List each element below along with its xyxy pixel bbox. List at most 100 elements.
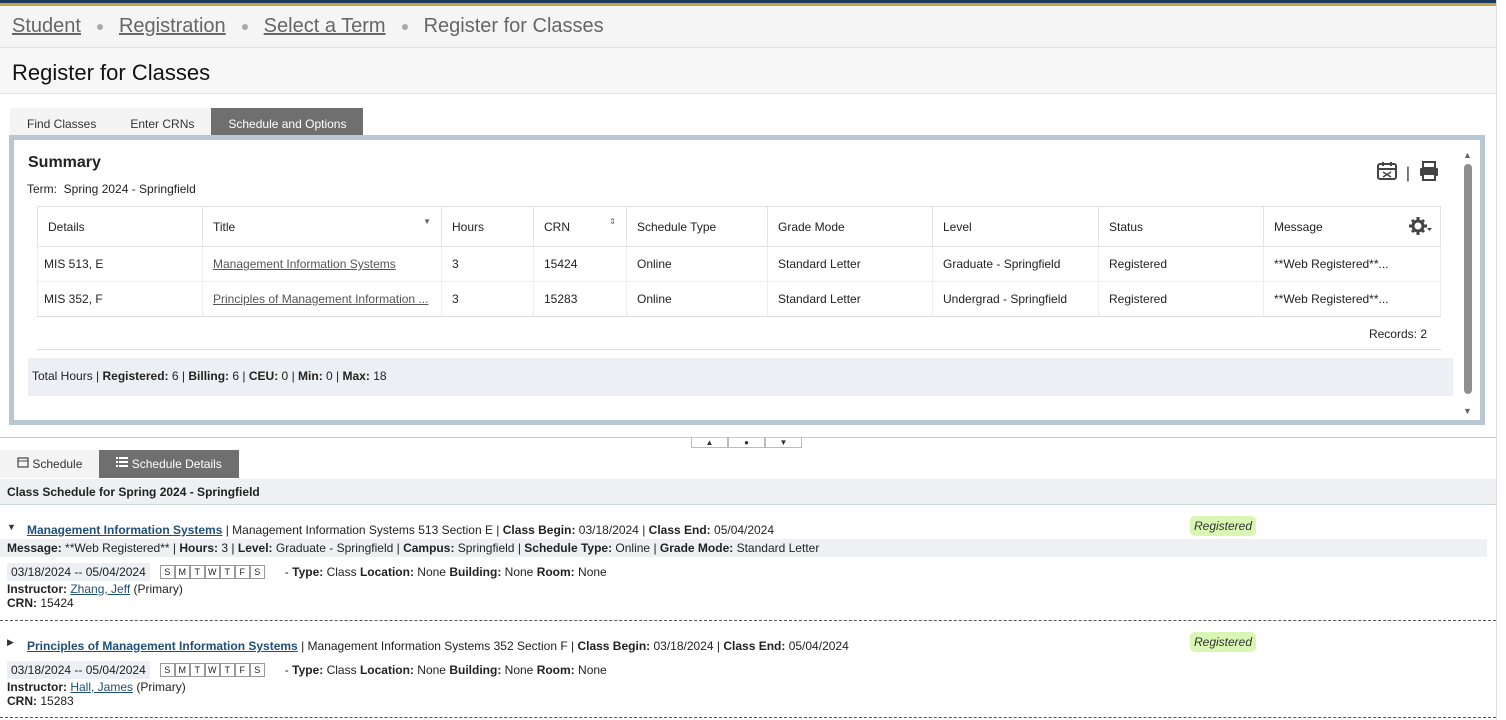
- cell-hours: 3: [441, 246, 534, 282]
- schedule-tabs: Schedule Schedule Details: [0, 450, 239, 478]
- instructor-line: Instructor: Hall, James (Primary): [7, 680, 186, 694]
- level-value: Graduate - Springfield: [275, 541, 394, 555]
- gear-icon[interactable]: [1408, 216, 1432, 239]
- date-range: 03/18/2024 -- 05/04/2024: [7, 563, 150, 581]
- building-value: None: [504, 663, 534, 677]
- scroll-up-arrow[interactable]: ▲: [1463, 150, 1472, 160]
- main-tabs: Find Classes Enter CRNs Schedule and Opt…: [10, 108, 364, 136]
- tab-schedule-options[interactable]: Schedule and Options: [211, 108, 364, 136]
- day-fri: F: [234, 663, 250, 677]
- instructor-role: (Primary): [136, 680, 186, 694]
- day-sun: S: [159, 663, 175, 677]
- table-row[interactable]: MIS 352, F Principles of Management Info…: [37, 281, 1441, 317]
- campus-label: Campus:: [403, 541, 455, 555]
- collapse-triangle-icon[interactable]: ▼: [7, 522, 16, 532]
- collapse-up-button[interactable]: ▲: [691, 437, 728, 448]
- collapse-down-button[interactable]: ▼: [765, 437, 802, 448]
- room-value: None: [578, 663, 607, 677]
- instructor-label: Instructor:: [7, 582, 67, 596]
- day-tue: T: [189, 565, 205, 579]
- meeting-days: S M T W T F S: [159, 565, 265, 579]
- summary-panel: Summary Term: Spring 2024 - Springfield …: [9, 135, 1485, 425]
- schedule-type-label: Schedule Type:: [524, 541, 613, 555]
- class-title-link[interactable]: Principles of Management Information Sys…: [27, 639, 298, 653]
- building-label: Building:: [449, 663, 502, 677]
- schedule-type-value: Online: [615, 541, 651, 555]
- col-level[interactable]: Level: [932, 206, 1099, 247]
- meeting-row: 03/18/2024 -- 05/04/2024 S M T W T F S -…: [7, 661, 607, 679]
- summary-title: Summary: [28, 154, 101, 171]
- tab-enter-crns[interactable]: Enter CRNs: [113, 108, 212, 136]
- begin-label: Class Begin:: [502, 523, 576, 537]
- page-header: Register for Classes: [0, 48, 1496, 94]
- col-title[interactable]: Title ▼: [202, 206, 442, 247]
- scroll-down-arrow[interactable]: ▼: [1463, 406, 1472, 416]
- print-icon[interactable]: [1418, 160, 1440, 187]
- cell-status: Registered: [1098, 246, 1264, 282]
- summary-table: Details Title ▼ Hours CRN ⇕ Schedule Type …: [37, 206, 1441, 317]
- day-sat: S: [249, 565, 265, 579]
- cell-grade-mode: Standard Letter: [767, 281, 933, 317]
- day-sun: S: [159, 565, 175, 579]
- totals-prefix: Total Hours |: [32, 369, 100, 383]
- class-desc: | Management Information Systems 513 Sec…: [225, 523, 500, 537]
- cell-message: **Web Registered**...: [1263, 281, 1441, 317]
- instructor-role: (Primary): [133, 582, 183, 596]
- class-title-link[interactable]: Management Information Systems: [213, 257, 396, 271]
- message-value: **Web Registered**: [65, 541, 170, 555]
- breadcrumb-registration[interactable]: Registration: [119, 15, 226, 38]
- col-status[interactable]: Status: [1098, 206, 1264, 247]
- sort-desc-icon[interactable]: ▼: [423, 217, 431, 226]
- cell-grade-mode: Standard Letter: [767, 246, 933, 282]
- day-wed: W: [204, 565, 220, 579]
- tab-schedule[interactable]: Schedule: [0, 450, 100, 478]
- col-details[interactable]: Details: [37, 206, 203, 247]
- room-value: None: [578, 565, 607, 579]
- cell-crn: 15424: [533, 246, 627, 282]
- table-row[interactable]: MIS 513, E Management Information System…: [37, 246, 1441, 282]
- instructor-label: Instructor:: [7, 680, 67, 694]
- sort-icon[interactable]: ⇕: [609, 217, 616, 226]
- instructor-link[interactable]: Hall, James: [70, 680, 133, 694]
- col-message[interactable]: Message: [1263, 206, 1441, 247]
- class-title-link[interactable]: Management Information Systems: [27, 523, 222, 537]
- tab-schedule-details[interactable]: Schedule Details: [99, 450, 239, 478]
- breadcrumb-separator: [401, 23, 408, 30]
- hours-value: 3: [221, 541, 229, 555]
- cell-title: Management Information Systems: [202, 246, 442, 282]
- class-title-link[interactable]: Principles of Management Information ...: [213, 292, 428, 306]
- message-label: Message:: [7, 541, 62, 555]
- grade-mode-value: Standard Letter: [736, 541, 820, 555]
- panel-scrollbar[interactable]: ▲ ▼: [1462, 150, 1474, 416]
- scrollbar-thumb[interactable]: [1464, 164, 1472, 394]
- location-label: Location:: [359, 565, 414, 579]
- crn-line: CRN: 15283: [7, 694, 74, 708]
- instructor-link[interactable]: Zhang, Jeff: [70, 582, 130, 596]
- class-line: Principles of Management Information Sys…: [27, 639, 849, 653]
- begin-value: 03/18/2024: [578, 523, 639, 537]
- tab-find-classes[interactable]: Find Classes: [10, 108, 114, 136]
- col-grade-mode[interactable]: Grade Mode: [767, 206, 933, 247]
- day-sat: S: [249, 663, 265, 677]
- col-crn[interactable]: CRN ⇕: [533, 206, 627, 247]
- registered-label: Registered:: [102, 369, 169, 383]
- class-line: Management Information Systems | Managem…: [27, 523, 775, 537]
- breadcrumb-select-term[interactable]: Select a Term: [264, 15, 386, 38]
- cell-level: Undergrad - Springfield: [932, 281, 1099, 317]
- location-value: None: [417, 565, 446, 579]
- list-icon: [116, 457, 131, 471]
- day-mon: M: [174, 663, 190, 677]
- end-value: 05/04/2024: [714, 523, 775, 537]
- expand-triangle-icon[interactable]: ▶: [7, 637, 14, 648]
- day-fri: F: [234, 565, 250, 579]
- col-hours[interactable]: Hours: [441, 206, 534, 247]
- ceu-label: CEU:: [248, 369, 279, 383]
- calendar-icon[interactable]: [1376, 160, 1398, 187]
- meeting-info: - Type: Class Location: None Building: N…: [284, 565, 607, 579]
- col-schedule-type[interactable]: Schedule Type: [626, 206, 768, 247]
- room-label: Room:: [536, 565, 575, 579]
- splitter-controls: ▲ ● ▼: [691, 437, 802, 448]
- term-label: Term:: [27, 182, 57, 196]
- splitter-handle[interactable]: ●: [728, 437, 765, 448]
- breadcrumb-student[interactable]: Student: [12, 15, 81, 38]
